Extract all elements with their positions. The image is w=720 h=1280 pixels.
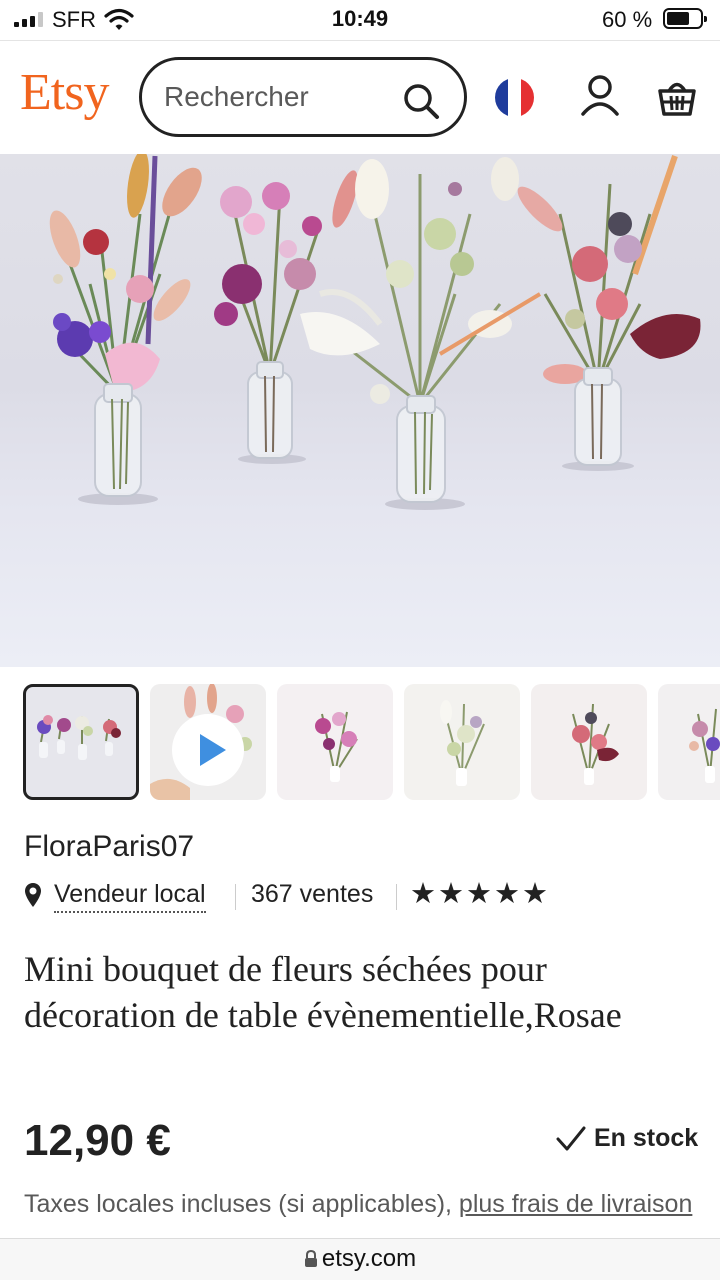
battery-percent: 60 % [602,7,653,32]
browser-url-bar[interactable]: etsy.com [0,1238,720,1280]
divider [396,884,397,910]
play-icon[interactable] [172,714,244,786]
bouquet-1 [49,154,202,497]
rating-stars[interactable]: ★★★★★ [410,876,550,910]
battery-icon [663,8,707,29]
status-bar: SFR 10:49 60 % [0,0,720,40]
thumbnail-1[interactable] [23,684,139,800]
search-bar[interactable] [139,57,467,137]
bouquet-2 [214,170,358,459]
product-image[interactable] [0,154,720,667]
local-seller-link[interactable]: Vendeur local [54,880,206,913]
sales-count: 367 ventes [251,880,374,908]
bouquet-4 [517,155,701,466]
product-title: Mini bouquet de fleurs séchées pour déco… [24,949,622,1035]
check-icon [556,1126,586,1159]
flag-fr-icon[interactable] [495,78,534,117]
stock-status: En stock [556,1124,698,1159]
thumbnail-6[interactable] [658,684,720,800]
location-pin-icon [24,882,42,913]
search-input[interactable] [164,78,384,116]
lock-icon [304,1247,318,1275]
thumbnail-4[interactable] [404,684,520,800]
tax-notice: Taxes locales incluses (si applicables),… [24,1185,714,1241]
etsy-logo[interactable]: Etsy [20,63,109,122]
user-icon[interactable] [580,74,620,123]
shop-name-link[interactable]: FloraParis07 [24,830,194,864]
tax-text: Taxes locales incluses (si applicables), [24,1190,459,1218]
thumbnail-video[interactable] [150,684,266,800]
basket-icon[interactable] [657,76,697,123]
header: Etsy [0,40,720,154]
shop-meta: Vendeur local 367 ventes ★★★★★ [24,876,704,914]
product-price: 12,90 € [24,1116,171,1165]
url-text[interactable]: etsy.com [322,1245,416,1272]
thumbnail-3[interactable] [277,684,393,800]
search-icon[interactable] [402,82,442,127]
thumbnail-5[interactable] [531,684,647,800]
thumbnail-strip[interactable] [0,684,720,802]
stock-label: En stock [594,1124,699,1152]
divider [235,884,236,910]
shipping-fees-link[interactable]: plus frais de livraison [459,1190,692,1218]
